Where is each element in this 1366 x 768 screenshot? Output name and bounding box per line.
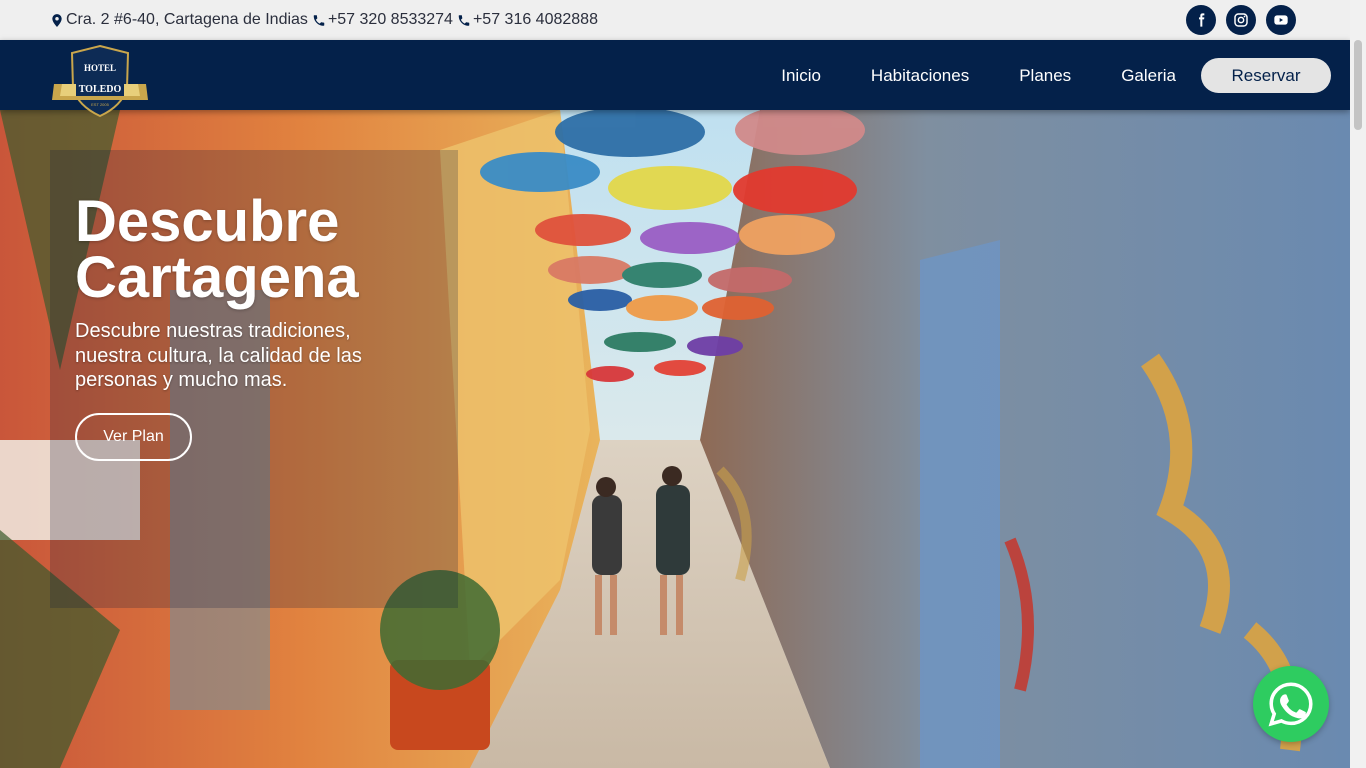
top-contact-bar: Cra. 2 #6-40, Cartagena de Indias +57 32… [0, 0, 1350, 40]
scrollbar-thumb[interactable] [1354, 40, 1362, 130]
reserve-button[interactable]: Reservar [1201, 58, 1331, 93]
instagram-icon [1234, 13, 1248, 27]
nav-links: Inicio Habitaciones Planes Galeria Reser… [781, 58, 1331, 93]
hotel-logo[interactable]: HOTEL TOLEDO EST 2005 [50, 44, 150, 120]
nav-link-habitaciones[interactable]: Habitaciones [871, 59, 969, 93]
map-marker-icon [52, 13, 62, 27]
svg-text:EST 2005: EST 2005 [91, 102, 109, 107]
hero-section: Descubre Cartagena Descubre nuestras tra… [0, 110, 1350, 768]
nav-link-planes[interactable]: Planes [1019, 59, 1071, 93]
nav-link-galeria[interactable]: Galeria [1121, 59, 1176, 93]
youtube-icon [1274, 15, 1288, 25]
phone-item-1[interactable]: +57 320 8533274 [312, 11, 453, 29]
svg-text:TOLEDO: TOLEDO [79, 84, 122, 95]
svg-text:HOTEL: HOTEL [84, 63, 116, 73]
phone-item-2[interactable]: +57 316 4082888 [457, 11, 598, 29]
hero-title: Descubre Cartagena [75, 189, 359, 310]
address-text: Cra. 2 #6-40, Cartagena de Indias [66, 11, 308, 28]
address-item: Cra. 2 #6-40, Cartagena de Indias [50, 11, 308, 29]
whatsapp-icon [1268, 682, 1313, 727]
nav-link-inicio[interactable]: Inicio [781, 59, 821, 93]
ver-plan-button[interactable]: Ver Plan [75, 413, 192, 461]
whatsapp-button[interactable] [1253, 666, 1329, 742]
page-scrollbar[interactable] [1350, 0, 1366, 768]
phone-text-2: +57 316 4082888 [472, 11, 598, 28]
main-navbar: HOTEL TOLEDO EST 2005 Inicio Habitacione… [0, 40, 1350, 118]
phone-text-1: +57 320 8533274 [327, 11, 453, 28]
facebook-link[interactable] [1186, 5, 1216, 35]
contact-info: Cra. 2 #6-40, Cartagena de Indias +57 32… [50, 11, 602, 29]
facebook-icon [1199, 13, 1205, 27]
instagram-link[interactable] [1226, 5, 1256, 35]
phone-icon [313, 14, 325, 26]
hero-description: Descubre nuestras tradiciones, nuestra c… [75, 320, 362, 391]
youtube-link[interactable] [1266, 5, 1296, 35]
social-links [1186, 5, 1296, 35]
phone-icon [458, 14, 470, 26]
